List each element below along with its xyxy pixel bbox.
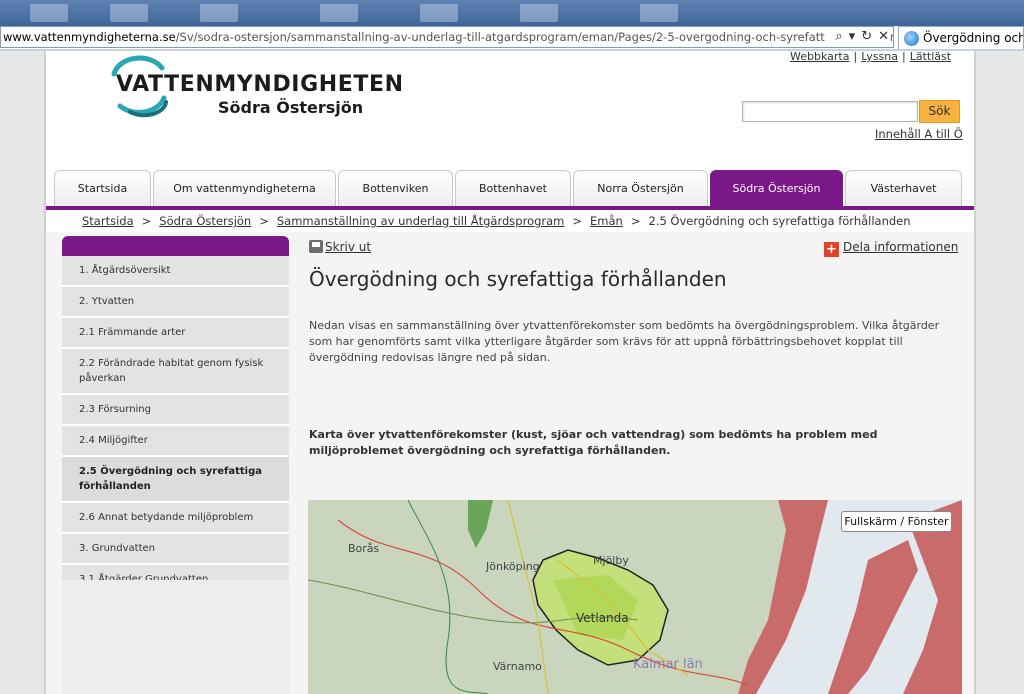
map-caption: Karta över ytvattenförekomster (kust, sj… — [309, 428, 878, 457]
taskbar-item[interactable] — [110, 4, 148, 22]
map-label-jonkoping: Jönköping — [485, 560, 540, 573]
lead-paragraph: Nedan visas en sammanställning över ytva… — [309, 319, 940, 364]
fullscreen-button[interactable]: Fullskärm / Fönster — [841, 511, 952, 532]
tab-startsida[interactable]: Startsida — [54, 170, 151, 207]
link-lyssna[interactable]: Lyssna — [861, 50, 898, 63]
az-index-link[interactable]: Innehåll A till Ö — [875, 127, 963, 141]
share-label[interactable]: Dela informationen — [843, 240, 958, 254]
page-gutter-right — [974, 51, 1024, 694]
logo-title[interactable]: VATTENMYNDIGHETEN — [116, 72, 404, 97]
refresh-icon[interactable]: ↻ — [861, 29, 872, 44]
sidebar-item-ytvatten[interactable]: 2. Ytvatten — [62, 287, 289, 318]
search-icon[interactable]: ⌕ — [835, 29, 842, 44]
logo-subtitle[interactable]: Södra Östersjön — [218, 98, 363, 117]
breadcrumb-current: 2.5 Övergödning och syrefattiga förhålla… — [648, 214, 911, 228]
url-domain: www.vattenmyndigheterna.se — [3, 30, 176, 44]
tab-bottenhavet[interactable]: Bottenhavet — [455, 170, 571, 207]
map-label-boras: Borås — [348, 542, 380, 555]
link-lattlast[interactable]: Lättläst — [910, 50, 951, 63]
frame-shadow — [974, 51, 976, 694]
sidebar-item-grundvatten[interactable]: 3. Grundvatten — [62, 534, 289, 565]
taskbar-item[interactable] — [200, 4, 238, 22]
ie-icon — [904, 31, 919, 46]
sidebar-item-miljogifter[interactable]: 2.4 Miljögifter — [62, 426, 289, 457]
page-gutter-left — [0, 51, 46, 694]
tab-om-vattenmyndigheterna[interactable]: Om vattenmyndigheterna — [153, 170, 336, 207]
map-label-kalmar-lan: Kalmar län — [633, 657, 703, 672]
taskbar-item[interactable] — [420, 4, 458, 22]
tab-norra-ostersjon[interactable]: Norra Östersjön — [573, 170, 708, 207]
sidebar-panel — [62, 580, 289, 694]
taskbar-item[interactable] — [320, 4, 358, 22]
sidebar-header — [62, 236, 289, 256]
breadcrumb-sodra-ostersjon[interactable]: Södra Östersjön — [159, 214, 251, 228]
page-title: Övergödning och syrefattiga förhållanden — [309, 267, 727, 291]
taskbar-item[interactable] — [30, 4, 68, 22]
sidebar-item-frammande-arter[interactable]: 2.1 Främmande arter — [62, 318, 289, 349]
url-path: /Sv/sodra-ostersjon/sammanstallning-av-u… — [175, 30, 894, 44]
map-label-mjolby: Mjölby — [593, 554, 629, 567]
print-label: Skriv ut — [325, 240, 372, 254]
breadcrumb-startsida[interactable]: Startsida — [82, 214, 134, 228]
breadcrumb-sammanstallning[interactable]: Sammanställning av underlag till Åtgärds… — [277, 214, 565, 228]
dropdown-icon[interactable]: ▾ — [849, 29, 856, 44]
sidebar-item-atgardsoversikt[interactable]: 1. Åtgärdsöversikt — [62, 256, 289, 287]
link-webbkarta[interactable]: Webbkarta — [790, 50, 849, 63]
nav-accent-bar — [46, 206, 974, 210]
search-button[interactable]: Sök — [919, 100, 960, 123]
taskbar-item[interactable] — [640, 4, 678, 22]
address-bar[interactable]: www.vattenmyndigheterna.se/Sv/sodra-oste… — [0, 26, 894, 48]
breadcrumb-eman[interactable]: Emån — [590, 214, 623, 228]
top-links: Webbkarta | Lyssna | Lättläst — [790, 50, 952, 63]
close-icon[interactable]: ✕ — [878, 29, 889, 44]
taskbar — [0, 0, 1024, 26]
sidebar-item-forandrade-habitat[interactable]: 2.2 Förändrade habitat genom fysisk påve… — [62, 349, 289, 395]
sidebar-menu: 1. Åtgärdsöversikt 2. Ytvatten 2.1 Främm… — [62, 256, 289, 596]
taskbar-item[interactable] — [520, 4, 558, 22]
map-label-vetlanda: Vetlanda — [576, 611, 629, 625]
map-label-varnamo: Värnamo — [493, 660, 542, 673]
printer-icon — [309, 240, 323, 253]
tab-sodra-ostersjon[interactable]: Södra Östersjön — [710, 170, 843, 207]
print-link[interactable]: Skriv ut — [309, 240, 371, 254]
sidebar-item-forsurning[interactable]: 2.3 Försurning — [62, 395, 289, 426]
tab-vasterhavet[interactable]: Västerhavet — [845, 170, 962, 207]
sidebar-item-annat-miljoproblem[interactable]: 2.6 Annat betydande miljöproblem — [62, 503, 289, 534]
sidebar-item-overgodning[interactable]: 2.5 Övergödning och syrefattiga förhålla… — [62, 457, 289, 503]
share-link[interactable]: + Dela informationen — [824, 240, 958, 257]
browser-tab-title: Övergödning och syrefattiga förhållanden — [923, 31, 1024, 45]
search-input[interactable] — [742, 101, 918, 122]
tab-bottenviken[interactable]: Bottenviken — [338, 170, 453, 207]
breadcrumb: Startsida > Södra Östersjön > Sammanställnin… — [82, 214, 911, 228]
plus-icon: + — [824, 242, 839, 257]
browser-tab[interactable]: Övergödning och syrefattiga förhållanden — [898, 26, 1024, 50]
